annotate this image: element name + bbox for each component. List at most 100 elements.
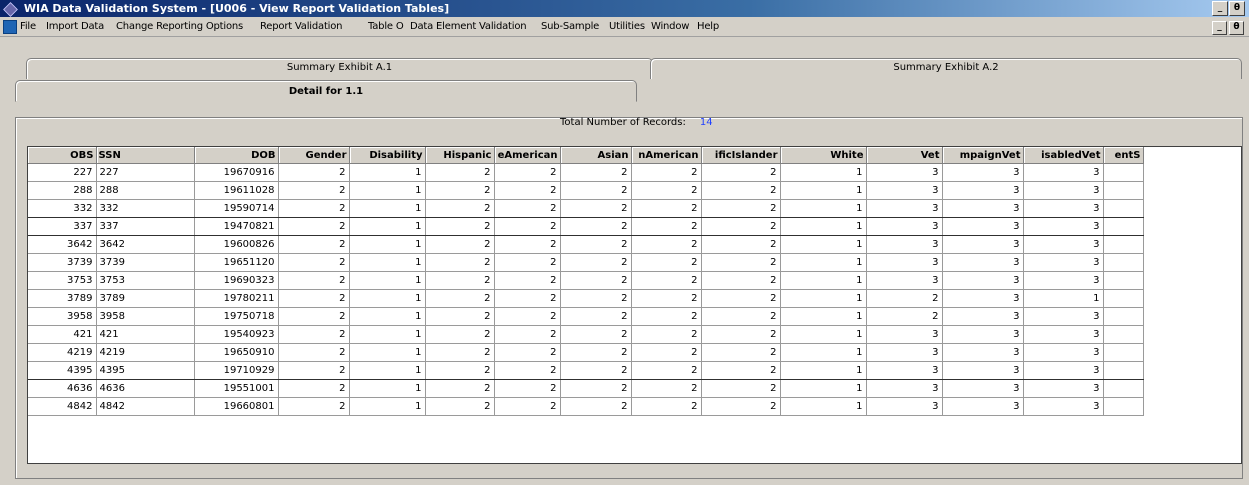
table-cell[interactable]: 2: [631, 217, 702, 236]
table-cell[interactable]: 3: [942, 307, 1024, 326]
table-cell[interactable]: 1: [349, 271, 426, 290]
table-cell[interactable]: 288: [28, 181, 97, 200]
table-cell[interactable]: 3: [942, 235, 1024, 254]
table-cell[interactable]: 2: [494, 289, 561, 308]
table-cell[interactable]: 3: [866, 361, 943, 380]
table-cell[interactable]: 19590714: [194, 199, 279, 218]
table-cell[interactable]: [1103, 163, 1144, 182]
table-cell[interactable]: 2: [494, 181, 561, 200]
table-row[interactable]: 337 337 19470821 2 1 2 2 2 2 2 1 3 3 3: [28, 217, 1144, 236]
table-cell[interactable]: 1: [780, 253, 867, 272]
table-cell[interactable]: 2: [560, 199, 632, 218]
table-cell[interactable]: 3: [866, 235, 943, 254]
table-cell[interactable]: 3: [866, 343, 943, 362]
table-cell[interactable]: 4636: [96, 379, 195, 398]
table-cell[interactable]: 3: [1023, 163, 1104, 182]
table-cell[interactable]: 3: [942, 397, 1024, 416]
table-cell[interactable]: 2: [278, 163, 350, 182]
table-cell[interactable]: 2: [631, 181, 702, 200]
table-cell[interactable]: 2: [631, 397, 702, 416]
table-cell[interactable]: [1103, 379, 1144, 398]
table-cell[interactable]: 2: [560, 253, 632, 272]
table-cell[interactable]: 2: [278, 325, 350, 344]
table-cell[interactable]: 3958: [96, 307, 195, 326]
table-row[interactable]: 3789 3789 19780211 2 1 2 2 2 2 2 1 2 3 1: [28, 289, 1144, 308]
table-cell[interactable]: 3: [942, 343, 1024, 362]
table-cell[interactable]: 3: [1023, 199, 1104, 218]
table-row[interactable]: 4395 4395 19710929 2 1 2 2 2 2 2 1 3 3 3: [28, 361, 1144, 380]
column-header[interactable]: Vet: [866, 147, 943, 164]
tab-summary-exhibit-a2[interactable]: Summary Exhibit A.2: [650, 58, 1242, 79]
table-row[interactable]: 3753 3753 19690323 2 1 2 2 2 2 2 1 3 3 3: [28, 271, 1144, 290]
table-cell[interactable]: 19651120: [194, 253, 279, 272]
table-cell[interactable]: [1103, 325, 1144, 344]
table-cell[interactable]: 3739: [96, 253, 195, 272]
table-cell[interactable]: 3: [1023, 235, 1104, 254]
table-cell[interactable]: 1: [780, 361, 867, 380]
table-cell[interactable]: 2: [494, 199, 561, 218]
table-cell[interactable]: 2: [425, 235, 495, 254]
table-cell[interactable]: 1: [349, 217, 426, 236]
table-cell[interactable]: 3: [866, 217, 943, 236]
table-cell[interactable]: [1103, 199, 1144, 218]
table-cell[interactable]: 1: [780, 217, 867, 236]
table-cell[interactable]: 1: [780, 307, 867, 326]
table-cell[interactable]: 2: [278, 235, 350, 254]
table-cell[interactable]: 19540923: [194, 325, 279, 344]
table-cell[interactable]: 2: [494, 325, 561, 344]
table-cell[interactable]: 3642: [96, 235, 195, 254]
table-cell[interactable]: 19660801: [194, 397, 279, 416]
table-cell[interactable]: 3: [942, 325, 1024, 344]
table-cell[interactable]: 2: [494, 253, 561, 272]
table-cell[interactable]: 1: [780, 397, 867, 416]
table-cell[interactable]: 3: [942, 199, 1024, 218]
table-cell[interactable]: [1103, 307, 1144, 326]
table-cell[interactable]: [1103, 217, 1144, 236]
table-row[interactable]: 3739 3739 19651120 2 1 2 2 2 2 2 1 3 3 3: [28, 253, 1144, 272]
table-cell[interactable]: 4219: [96, 343, 195, 362]
table-cell[interactable]: 2: [425, 253, 495, 272]
menu-help[interactable]: Help: [697, 17, 719, 36]
table-cell[interactable]: 19690323: [194, 271, 279, 290]
table-cell[interactable]: 1: [349, 163, 426, 182]
table-row[interactable]: 4842 4842 19660801 2 1 2 2 2 2 2 1 3 3 3: [28, 397, 1144, 416]
table-row[interactable]: 332 332 19590714 2 1 2 2 2 2 2 1 3 3 3: [28, 199, 1144, 218]
table-cell[interactable]: 3753: [96, 271, 195, 290]
table-cell[interactable]: 1: [349, 361, 426, 380]
table-cell[interactable]: 227: [28, 163, 97, 182]
table-cell[interactable]: 1: [349, 289, 426, 308]
table-cell[interactable]: 2: [560, 217, 632, 236]
table-cell[interactable]: 3: [1023, 181, 1104, 200]
table-cell[interactable]: 2: [494, 379, 561, 398]
table-cell[interactable]: 2: [278, 199, 350, 218]
minimize-button[interactable]: _: [1212, 1, 1228, 16]
table-cell[interactable]: 3789: [28, 289, 97, 308]
table-cell[interactable]: 3958: [28, 307, 97, 326]
table-cell[interactable]: 1: [349, 253, 426, 272]
table-cell[interactable]: 2: [278, 271, 350, 290]
table-cell[interactable]: 332: [96, 199, 195, 218]
table-cell[interactable]: 3: [1023, 379, 1104, 398]
column-header[interactable]: mpaignVet: [942, 147, 1024, 164]
table-cell[interactable]: 421: [96, 325, 195, 344]
table-row[interactable]: 288 288 19611028 2 1 2 2 2 2 2 1 3 3 3: [28, 181, 1144, 200]
table-cell[interactable]: 4219: [28, 343, 97, 362]
table-cell[interactable]: 2: [631, 163, 702, 182]
table-cell[interactable]: 1: [780, 289, 867, 308]
table-cell[interactable]: 1: [780, 325, 867, 344]
document-icon[interactable]: [3, 20, 17, 34]
table-row[interactable]: 3642 3642 19600826 2 1 2 2 2 2 2 1 3 3 3: [28, 235, 1144, 254]
table-cell[interactable]: 1: [780, 181, 867, 200]
validation-table[interactable]: OBS SSN DOB Gender Disability Hispanic eAmeric…: [27, 146, 1242, 464]
table-cell[interactable]: 2: [701, 397, 781, 416]
table-cell[interactable]: 4842: [28, 397, 97, 416]
table-cell[interactable]: 2: [560, 343, 632, 362]
table-cell[interactable]: 2: [278, 289, 350, 308]
table-cell[interactable]: 2: [701, 343, 781, 362]
table-cell[interactable]: 2: [631, 271, 702, 290]
table-cell[interactable]: 3739: [28, 253, 97, 272]
table-cell[interactable]: 2: [494, 361, 561, 380]
table-cell[interactable]: 2: [425, 199, 495, 218]
table-cell[interactable]: 2: [425, 181, 495, 200]
table-cell[interactable]: 337: [96, 217, 195, 236]
